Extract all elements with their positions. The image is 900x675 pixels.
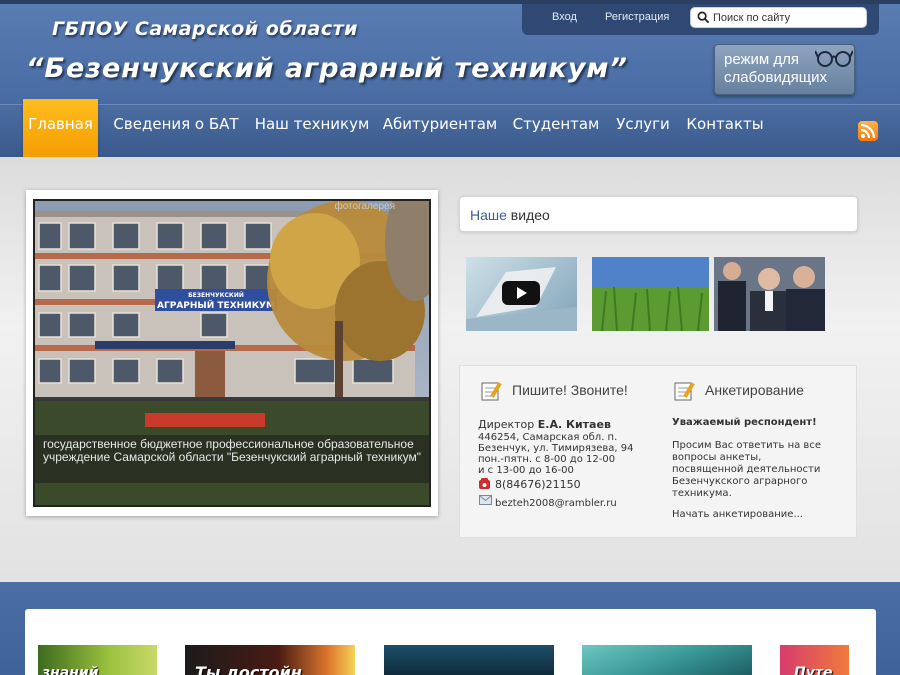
banner-5[interactable]: Путе [780, 645, 849, 675]
video-section-header: Наше видео [459, 196, 858, 232]
survey-text-line-3: посвященной деятельности [672, 464, 821, 475]
search-box[interactable] [690, 7, 867, 28]
photo-slider[interactable]: БЕЗЕНЧУКСКИЙ АГРАРНЫЙ ТЕХНИКУМ фотогалер… [33, 199, 431, 507]
nav-item-services[interactable]: Услуги [614, 105, 672, 158]
nav-item-our-college[interactable]: Наш техникум [254, 105, 370, 158]
video-title-highlight[interactable]: Наше [470, 207, 507, 223]
search-icon [697, 11, 710, 24]
survey-title: Анкетирование [705, 382, 804, 398]
survey-text-line-5: техникума. [672, 488, 732, 499]
nav-item-home[interactable]: Главная [23, 99, 98, 159]
contacts-title: Пишите! Звоните! [512, 382, 628, 398]
survey-text-line-4: Безенчукского аграрного [672, 476, 808, 487]
video-thumbnail-3[interactable] [714, 257, 825, 331]
director-label: Директор [478, 418, 538, 431]
video-thumbnail-1[interactable] [466, 257, 577, 331]
vision-label-line1: режим для [724, 51, 800, 68]
nav-item-about[interactable]: Сведения о БАТ [110, 105, 242, 158]
video-title-rest: видео [506, 207, 550, 223]
banner-2[interactable]: Ты достойн [185, 645, 355, 675]
banner-1[interactable]: знаний [38, 645, 157, 675]
director-line: Директор Е.А. Китаев [478, 419, 611, 430]
site-subtitle: ГБПОУ Самарской области [52, 18, 358, 40]
main-nav: Главная Сведения о БАТ Наш техникум Абит… [0, 99, 900, 159]
banner-1-text: знаний [42, 665, 99, 675]
director-name: Е.А. Китаев [537, 418, 611, 431]
nav-item-contacts[interactable]: Контакты [684, 105, 766, 158]
login-link[interactable]: Вход [552, 11, 577, 23]
address-line-1: 446254, Самарская обл. п. [478, 432, 618, 443]
top-bar: Вход Регистрация [522, 4, 879, 35]
banner-3[interactable] [384, 645, 554, 675]
email-link[interactable]: bezteh2008@rambler.ru [495, 498, 617, 509]
phone-icon [479, 478, 490, 489]
notepad-icon [674, 382, 695, 401]
notepad-icon [481, 382, 502, 401]
address-line-2: Безенчук, ул. Тимирязева, 94 [478, 443, 634, 454]
sign-top-text: БЕЗЕНЧУКСКИЙ [188, 291, 244, 299]
phone-number: 8(84676)21150 [495, 478, 581, 491]
mail-icon [479, 495, 492, 505]
survey-text-line-2: вопросы анкеты, [672, 452, 762, 463]
banner-5-text: Путе [794, 665, 833, 675]
register-link[interactable]: Регистрация [605, 11, 669, 23]
survey-greeting: Уважаемый респондент! [672, 417, 817, 428]
slide-caption: государственное бюджетное профессиональн… [35, 435, 429, 483]
hours-line-2: и с 13-00 до 16-00 [478, 465, 574, 476]
video-thumbnail-2[interactable] [592, 257, 709, 331]
search-input[interactable] [713, 9, 863, 26]
glasses-icon [815, 50, 853, 67]
hours-line-1: пон.-пятн. с 8-00 до 12-00 [478, 454, 616, 465]
vision-label-line2: слабовидящих [724, 69, 827, 86]
survey-text-line-1: Просим Вас ответить на все [672, 440, 821, 451]
play-icon [502, 281, 540, 305]
photo-gallery-label[interactable]: фотогалерея [334, 201, 395, 212]
nav-item-students[interactable]: Студентам [510, 105, 602, 158]
site-title[interactable]: “Безенчукский аграрный техникум” [26, 53, 628, 84]
banner-2-text: Ты достойн [195, 663, 302, 675]
nav-item-applicants[interactable]: Абитуриентам [382, 105, 498, 158]
rss-icon[interactable] [858, 121, 878, 141]
sign-main-text: АГРАРНЫЙ ТЕХНИКУМ [157, 299, 275, 311]
banner-4[interactable] [582, 645, 752, 675]
start-survey-link[interactable]: Начать анкетирование... [672, 509, 803, 521]
low-vision-mode-button[interactable]: режим для слабовидящих [714, 44, 855, 95]
